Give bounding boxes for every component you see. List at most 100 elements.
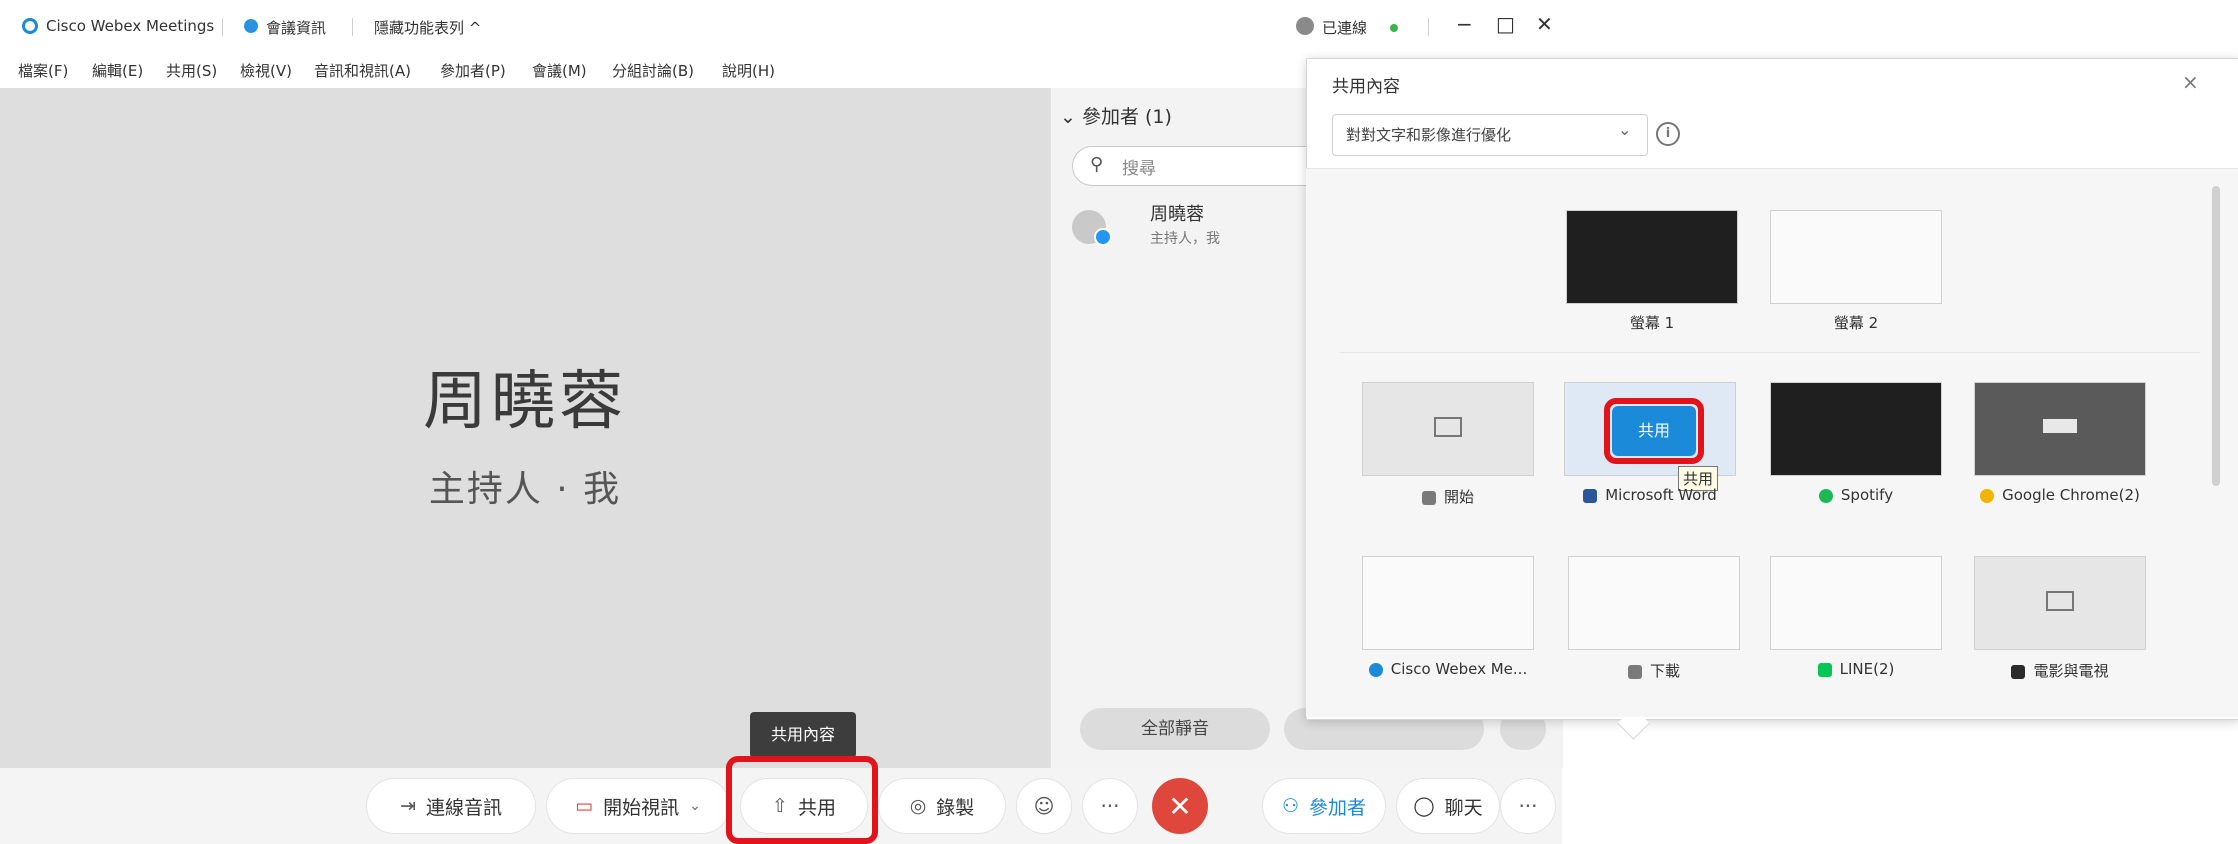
chat-icon: ◯ — [1413, 795, 1435, 817]
dialog-preview-icon — [2043, 419, 2077, 433]
meeting-info-button[interactable]: 會議資訊 — [266, 17, 326, 38]
app-chrome-name: Google Chrome(2) — [2002, 486, 2140, 504]
presenter-name: 周曉蓉 — [423, 365, 627, 439]
app-line-label: LINE(2) — [1770, 660, 1942, 678]
search-placeholder: 搜尋 — [1122, 159, 1156, 179]
minimize-button[interactable]: − — [1456, 12, 1473, 36]
info-icon[interactable]: i — [1656, 122, 1680, 146]
line-icon — [1817, 662, 1832, 677]
reactions-button[interactable]: ☺ — [1016, 778, 1072, 834]
connect-audio-label: 連線音訊 — [425, 796, 502, 819]
app-spotify-name: Spotify — [1840, 486, 1894, 504]
participant-role: 主持人，我 — [1150, 231, 1220, 247]
presenter-role: 主持人 · 我 — [428, 469, 622, 510]
app-downloads-thumbnail[interactable] — [1568, 556, 1740, 650]
app-movies-thumbnail[interactable] — [1974, 556, 2146, 650]
status-dot-icon — [1094, 228, 1112, 246]
app-webex-thumbnail[interactable] — [1362, 556, 1534, 650]
optimize-selected-value: 對對文字和影像進行優化 — [1346, 126, 1512, 144]
movies-icon — [2011, 664, 2026, 679]
end-meeting-button[interactable]: ✕ — [1152, 778, 1208, 834]
menu-meeting[interactable]: 會議(M) — [532, 60, 587, 81]
folder-icon — [1421, 490, 1436, 505]
video-off-icon: ▭ — [575, 795, 594, 817]
close-button[interactable]: ✕ — [1536, 12, 1553, 36]
menu-help[interactable]: 說明(H) — [722, 60, 775, 81]
screen-1-label: 螢幕 1 — [1629, 314, 1675, 332]
chevron-down-icon: ⌄ — [1060, 106, 1082, 128]
app-downloads-label: 下載 — [1568, 660, 1740, 681]
close-icon[interactable]: × — [2182, 70, 2199, 94]
screen-1-thumbnail[interactable] — [1566, 210, 1738, 304]
participants-header[interactable]: ⌄ 參加者 (1) — [1060, 102, 1172, 129]
screen-2-thumbnail[interactable] — [1770, 210, 1942, 304]
menu-participants[interactable]: 參加者(P) — [440, 60, 506, 81]
participants-header-label: 參加者 (1) — [1081, 106, 1172, 128]
app-chrome-label: Google Chrome(2) — [1964, 486, 2156, 504]
chevron-down-icon: ⌄ — [1618, 120, 1632, 139]
app-downloads-name: 下載 — [1649, 662, 1680, 680]
menu-view[interactable]: 檢視(V) — [240, 60, 292, 81]
search-icon: ⚲ — [1090, 154, 1104, 175]
app-spotify-label: Spotify — [1770, 486, 1942, 504]
app-spotify-thumbnail[interactable] — [1770, 382, 1942, 476]
app-start-name: 開始 — [1443, 488, 1474, 506]
participants-label: 參加者 — [1309, 796, 1367, 819]
info-icon — [244, 19, 258, 33]
app-title: Cisco Webex Meetings — [46, 17, 215, 35]
divider — [1340, 352, 2200, 353]
webex-icon — [1368, 662, 1383, 677]
hide-menu-button[interactable]: 隱藏功能表列 ^ — [374, 17, 481, 38]
app-start-thumbnail[interactable] — [1362, 382, 1534, 476]
record-icon: ◎ — [909, 795, 927, 817]
connection-status: 已連線 — [1322, 19, 1368, 37]
app-line-name: LINE(2) — [1839, 660, 1895, 678]
person-icon: ⚇ — [1281, 795, 1300, 817]
chrome-icon — [1980, 488, 1995, 503]
chevron-up-icon: ^ — [468, 19, 482, 37]
start-video-label: 開始視訊 — [603, 796, 680, 819]
menu-audio-video[interactable]: 音訊和視訊(A) — [314, 60, 411, 81]
chat-button[interactable]: ◯ 聊天 — [1396, 778, 1500, 834]
word-icon — [1583, 488, 1598, 503]
dialog-title: 共用內容 — [1332, 77, 1400, 97]
window-icon — [2046, 591, 2074, 611]
record-label: 錄製 — [936, 796, 975, 819]
app-word-name: Microsoft Word — [1605, 486, 1717, 504]
screen-2-label: 螢幕 2 — [1833, 314, 1879, 332]
more-options-button[interactable]: ··· — [1082, 778, 1138, 834]
share-tooltip: 共用內容 — [750, 712, 856, 758]
panel-more-button[interactable]: ··· — [1500, 778, 1556, 834]
divider — [1428, 18, 1429, 36]
connect-audio-button[interactable]: ⇥ 連線音訊 — [366, 778, 536, 834]
spotify-icon — [1818, 488, 1833, 503]
mute-all-button[interactable]: 全部靜音 — [1080, 708, 1270, 750]
chevron-down-icon[interactable]: ⌄ — [689, 798, 701, 814]
connection-icon — [1296, 17, 1314, 35]
participant-name: 周曉蓉 — [1150, 204, 1204, 225]
audio-connect-icon: ⇥ — [400, 795, 416, 817]
menu-edit[interactable]: 編輯(E) — [92, 60, 143, 81]
app-line-thumbnail[interactable] — [1770, 556, 1942, 650]
app-webex-label: Cisco Webex Me... — [1352, 660, 1544, 678]
divider — [352, 18, 353, 36]
app-movies-name: 電影與電視 — [2033, 662, 2109, 680]
folder-icon — [1627, 664, 1642, 679]
menu-breakout[interactable]: 分組討論(B) — [612, 60, 694, 81]
chat-label: 聊天 — [1444, 796, 1483, 819]
menu-share[interactable]: 共用(S) — [166, 60, 217, 81]
app-webex-name: Cisco Webex Me... — [1390, 660, 1528, 678]
menu-file[interactable]: 檔案(F) — [18, 60, 68, 81]
maximize-button[interactable]: □ — [1496, 12, 1515, 36]
start-video-button[interactable]: ▭ 開始視訊 ⌄ — [546, 778, 730, 834]
hide-menu-label: 隱藏功能表列 — [374, 19, 465, 37]
app-chrome-thumbnail[interactable] — [1974, 382, 2146, 476]
connected-dot-icon — [1390, 24, 1398, 32]
divider — [222, 18, 223, 36]
participants-button[interactable]: ⚇ 參加者 — [1262, 778, 1386, 834]
emoji-icon: ☺ — [1033, 794, 1055, 818]
record-button[interactable]: ◎ 錄製 — [878, 778, 1006, 834]
webex-logo-icon — [22, 18, 38, 34]
window-icon — [1434, 417, 1462, 437]
scrollbar[interactable] — [2212, 186, 2220, 486]
